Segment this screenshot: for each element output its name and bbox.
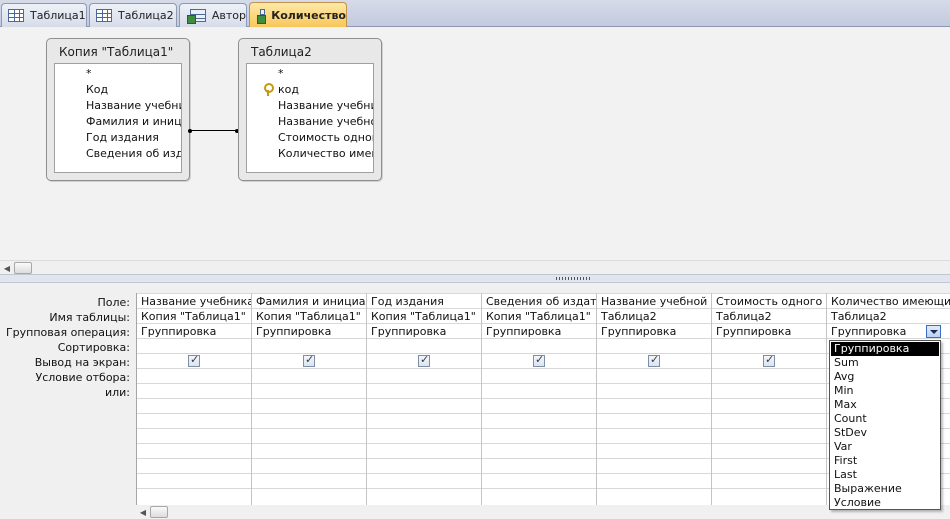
row-label-table: Имя таблицы:: [49, 311, 130, 324]
dropdown-option[interactable]: Min: [831, 384, 939, 398]
tab-table2[interactable]: Таблица2: [89, 3, 177, 27]
grid-cell-group[interactable]: Группировка: [137, 324, 251, 339]
show-checkbox[interactable]: [763, 353, 775, 367]
query-grid-pane: Поле: Имя таблицы: Групповая операция: С…: [0, 283, 950, 519]
show-checkbox[interactable]: [648, 353, 660, 367]
tab-label: Таблица2: [118, 9, 174, 22]
grid-cell-field[interactable]: Название учебной д: [597, 294, 711, 309]
dropdown-option-selected[interactable]: Группировка: [831, 342, 939, 356]
design-horizontal-scrollbar[interactable]: ◀: [0, 260, 950, 274]
dropdown-option[interactable]: Условие: [831, 496, 939, 510]
scroll-thumb[interactable]: [150, 506, 168, 518]
grid-cell-field[interactable]: Год издания: [367, 294, 481, 309]
group-operation-dropdown-list[interactable]: Группировка Sum Avg Min Max Count StDev …: [829, 340, 941, 510]
grid-cell-table[interactable]: Копия "Таблица1": [367, 309, 481, 324]
relationship-end: [188, 129, 192, 133]
table-box-title: Копия "Таблица1": [59, 45, 174, 59]
grid-cell-group[interactable]: Группировка: [597, 324, 711, 339]
dropdown-option[interactable]: Var: [831, 440, 939, 454]
query-icon: [187, 9, 206, 24]
dropdown-option[interactable]: Выражение: [831, 482, 939, 496]
tab-label: Количество: [271, 8, 346, 22]
query-design-area: Копия "Таблица1" * Код Название учебник …: [0, 28, 950, 260]
row-label-or: или:: [104, 386, 130, 399]
grid-cell-table[interactable]: Таблица2: [597, 309, 711, 324]
document-tab-bar: Таблица1 Таблица2 Автор Количество: [0, 0, 950, 27]
show-checkbox[interactable]: [188, 353, 200, 367]
show-checkbox[interactable]: [418, 353, 430, 367]
scroll-thumb[interactable]: [14, 262, 32, 274]
field-list: * Код Название учебник Фамилия и инициа …: [54, 63, 182, 173]
dropdown-option[interactable]: StDev: [831, 426, 939, 440]
row-label-field: Поле:: [97, 296, 130, 309]
grid-cell-table[interactable]: Таблица2: [827, 309, 950, 324]
relationship-line[interactable]: [189, 130, 238, 131]
table-icon: [8, 9, 24, 22]
grid-cell-field[interactable]: Название учебника: [137, 294, 251, 309]
tab-label: Автор: [211, 9, 246, 22]
grid-cell-group[interactable]: Группировка: [482, 324, 596, 339]
scroll-left-icon[interactable]: ◀: [0, 261, 14, 275]
grid-cell-field[interactable]: Сведения об издател: [482, 294, 596, 309]
table-box-title: Таблица2: [251, 45, 312, 59]
group-operation-combobox[interactable]: Группировка: [827, 324, 913, 339]
show-checkbox[interactable]: [303, 353, 315, 367]
tab-label: Таблица1: [30, 9, 86, 22]
dropdown-option[interactable]: Avg: [831, 370, 939, 384]
dropdown-option[interactable]: Max: [831, 398, 939, 412]
row-label-sort: Сортировка:: [57, 341, 130, 354]
grid-cell-field[interactable]: Фамилия и инициалы: [252, 294, 366, 309]
pane-splitter[interactable]: [0, 274, 950, 283]
tab-table1[interactable]: Таблица1: [1, 3, 87, 27]
table-box-copy-table1[interactable]: Копия "Таблица1" * Код Название учебник …: [46, 38, 190, 181]
chevron-down-icon[interactable]: [926, 325, 941, 338]
grid-cell-table[interactable]: Копия "Таблица1": [482, 309, 596, 324]
grid-cell-field[interactable]: Количество имеющи: [827, 294, 950, 309]
show-checkbox[interactable]: [533, 353, 545, 367]
row-label-group: Групповая операция:: [5, 326, 130, 339]
dropdown-option[interactable]: Count: [831, 412, 939, 426]
query-design-grid[interactable]: Название учебника Копия "Таблица1" Групп…: [136, 293, 950, 505]
row-label-criteria: Условие отбора:: [35, 371, 131, 384]
scroll-left-icon[interactable]: ◀: [136, 505, 150, 519]
query-icon: [256, 8, 267, 24]
dropdown-option[interactable]: First: [831, 454, 939, 468]
grid-cell-table[interactable]: Копия "Таблица1": [137, 309, 251, 324]
dropdown-option[interactable]: Last: [831, 468, 939, 482]
tab-author[interactable]: Автор: [179, 3, 247, 27]
grid-cell-group[interactable]: Группировка: [712, 324, 826, 339]
grid-cell-group[interactable]: Группировка: [367, 324, 481, 339]
grid-cell-group[interactable]: Группировка: [252, 324, 366, 339]
dropdown-option[interactable]: Sum: [831, 356, 939, 370]
table-box-table2[interactable]: Таблица2 * код Название учебник Название…: [238, 38, 382, 181]
table-icon: [96, 9, 112, 22]
tab-kolichestvo[interactable]: Количество: [249, 2, 347, 27]
grid-horizontal-scrollbar[interactable]: ◀: [136, 505, 950, 519]
grid-cell-table[interactable]: Копия "Таблица1": [252, 309, 366, 324]
grid-cell-field[interactable]: Стоимость одного эк: [712, 294, 826, 309]
grid-cell-table[interactable]: Таблица2: [712, 309, 826, 324]
row-label-show: Вывод на экран:: [34, 356, 130, 369]
field-list: * код Название учебник Название учебной …: [246, 63, 374, 173]
primary-key-icon: [263, 83, 274, 96]
splitter-grip[interactable]: [556, 277, 592, 280]
